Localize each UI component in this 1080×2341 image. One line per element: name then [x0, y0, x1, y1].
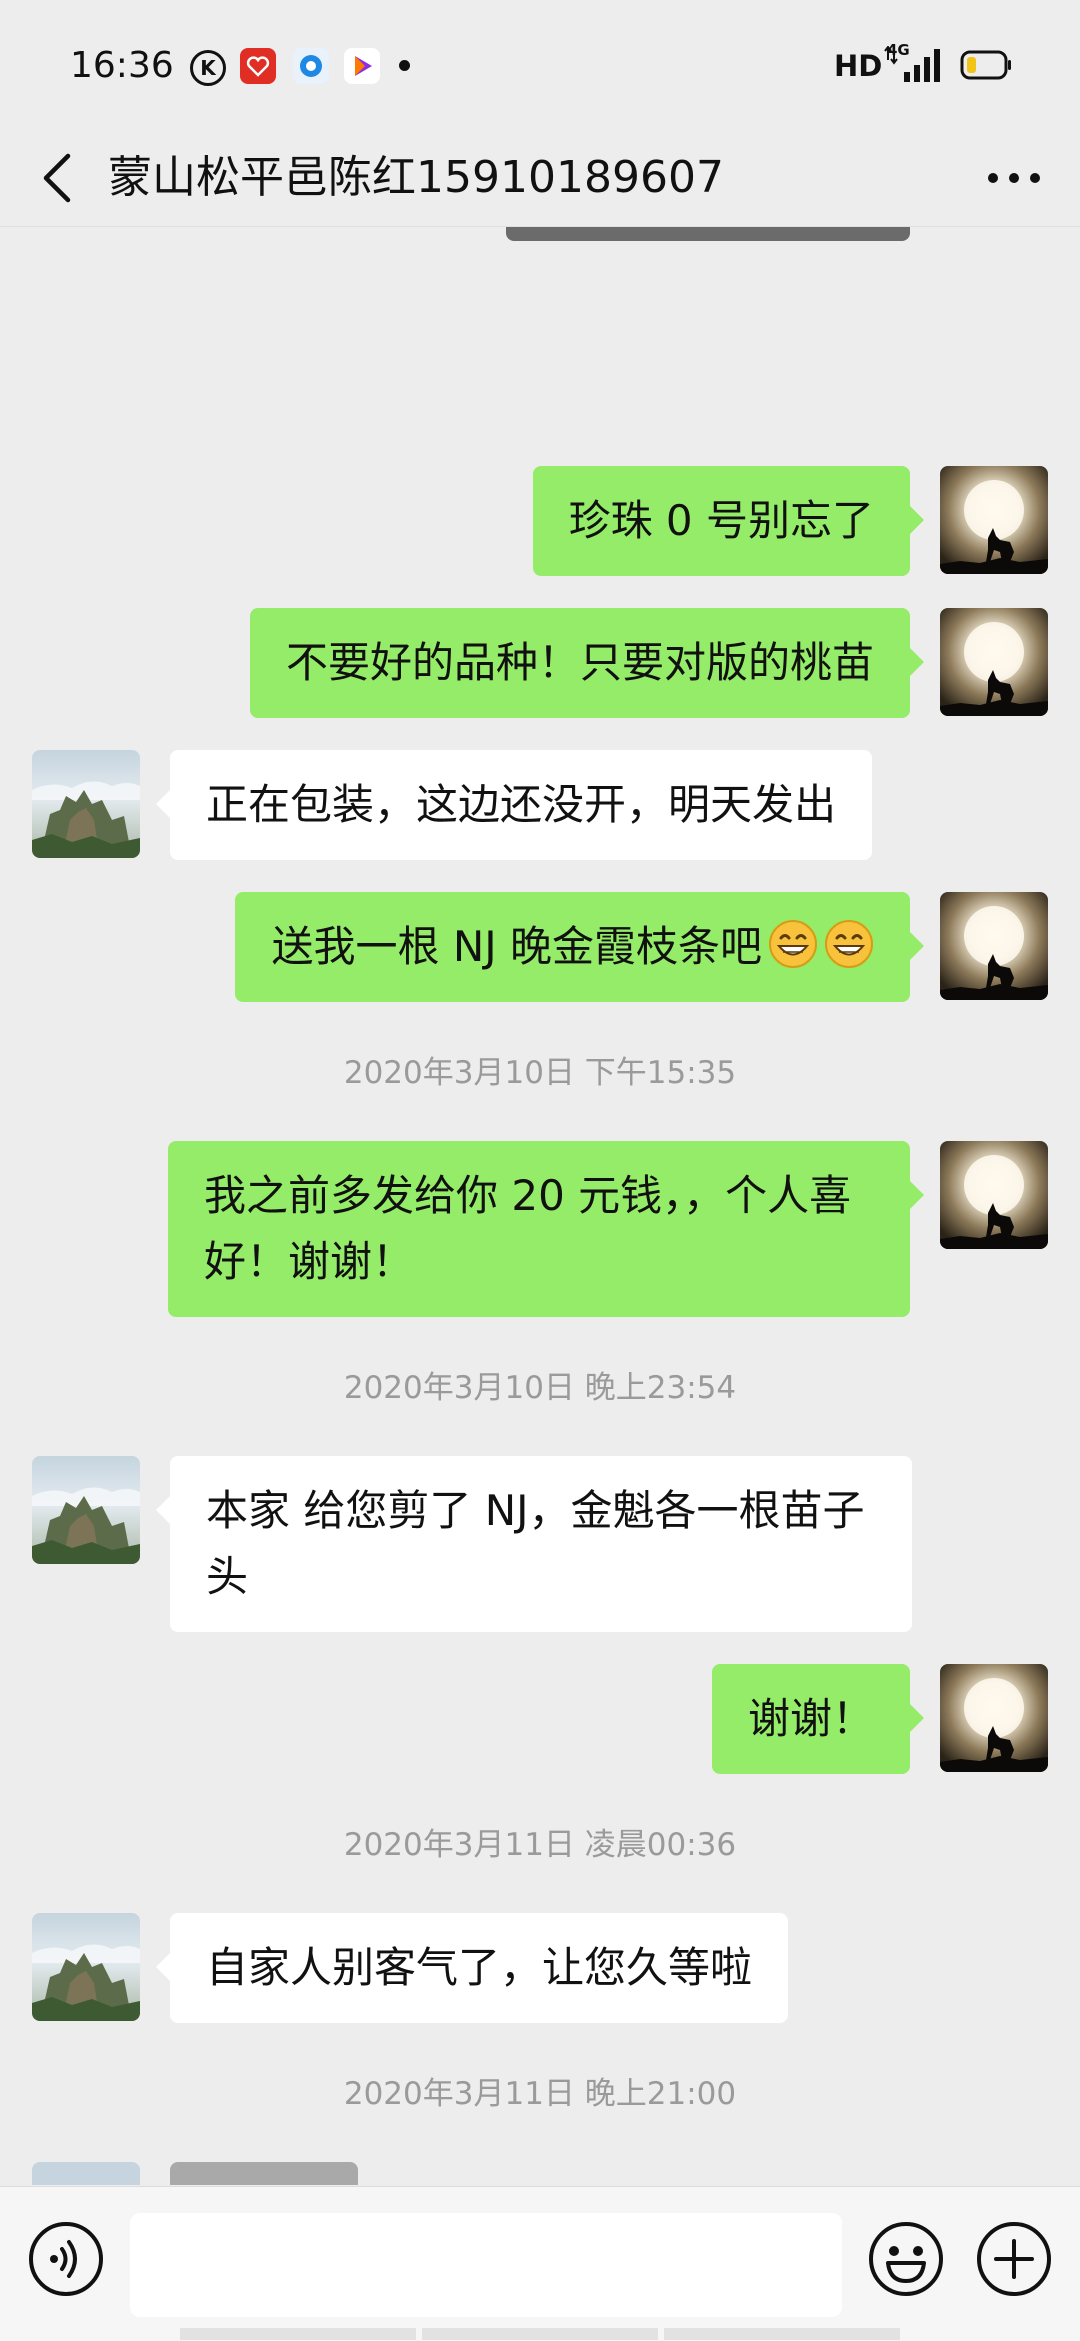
wolf-moon-avatar-image [940, 608, 1048, 716]
emoji-smile-icon [869, 2222, 943, 2296]
keyboard-edge [180, 2328, 416, 2340]
message-bubble-partial[interactable] [170, 2162, 358, 2185]
message-bubble-self[interactable]: 谢谢！ [711, 1664, 925, 1774]
more-dots-icon [988, 173, 1040, 183]
mountain-avatar-image [32, 2162, 140, 2185]
voice-input-button[interactable] [26, 2219, 106, 2299]
message-bubble-peer[interactable]: 自家人别客气了，让您久等啦 [155, 1913, 789, 2023]
previous-message-edge [506, 227, 910, 241]
message-bubble-self[interactable]: 送我一根 NJ 晚金霞枝条吧 [235, 892, 924, 1002]
grin-emoji-icon [769, 920, 817, 968]
chat-header: 蒙山松平邑陈红15910189607 [0, 130, 1080, 227]
hd-indicator: HD [834, 49, 883, 83]
wolf-moon-avatar-image [940, 1141, 1048, 1249]
self-avatar[interactable] [940, 1141, 1048, 1249]
message-input-bar [0, 2186, 1080, 2341]
k-app-icon: K [190, 50, 226, 86]
mountain-avatar-image [32, 1456, 140, 1564]
signal-icon [884, 46, 940, 82]
chat-message-list[interactable]: 珍珠 0 号别忘了 不要好的品种！只要对版的桃苗 正在包装，这边还没开，明天发出… [0, 227, 1080, 2185]
message-text: 送我一根 NJ 晚金霞枝条吧 [271, 922, 762, 971]
more-options-button[interactable] [974, 138, 1054, 218]
chat-title: 蒙山松平邑陈红15910189607 [108, 152, 724, 203]
grin-emoji-icon [825, 920, 873, 968]
message-text-input[interactable] [130, 2213, 842, 2317]
self-avatar[interactable] [940, 608, 1048, 716]
self-avatar[interactable] [940, 466, 1048, 574]
status-bar: 16:36 K HD 4G [0, 0, 1080, 130]
peer-avatar[interactable] [32, 1456, 140, 1564]
peer-avatar[interactable] [32, 1913, 140, 2021]
wolf-moon-avatar-image [940, 892, 1048, 1000]
message-bubble-peer[interactable]: 本家 给您剪了 NJ，金魁各一根苗子头 [156, 1456, 912, 1632]
message-bubble-self[interactable]: 我之前多发给你 20 元钱，，个人喜好！谢谢！ [168, 1141, 924, 1317]
self-avatar[interactable] [940, 892, 1048, 1000]
back-button[interactable] [22, 138, 94, 218]
mountain-avatar-image [32, 750, 140, 858]
timestamp: 2020年3月10日 下午15:35 [343, 1055, 737, 1091]
keyboard-edge [664, 2328, 900, 2340]
timestamp: 2020年3月11日 晚上21:00 [343, 2076, 737, 2112]
voice-icon [29, 2222, 103, 2296]
message-bubble-peer[interactable]: 正在包装，这边还没开，明天发出 [155, 750, 873, 860]
status-time: 16:36 [70, 45, 174, 86]
chevron-left-icon [43, 153, 71, 203]
keyboard-edge [422, 2328, 658, 2340]
plus-circle-icon [977, 2222, 1051, 2296]
more-functions-button[interactable] [974, 2219, 1054, 2299]
message-bubble-self[interactable]: 珍珠 0 号别忘了 [532, 466, 925, 576]
battery-low-icon [960, 50, 1011, 80]
wolf-moon-avatar-image [940, 466, 1048, 574]
circle-app-icon [293, 48, 329, 84]
mountain-avatar-image [32, 1913, 140, 2021]
timestamp: 2020年3月11日 凌晨00:36 [343, 1827, 737, 1863]
notification-dot [399, 60, 410, 71]
pinduoduo-app-icon [240, 48, 276, 84]
emoji-button[interactable] [866, 2219, 946, 2299]
message-bubble-self[interactable]: 不要好的品种！只要对版的桃苗 [249, 608, 925, 718]
peer-avatar[interactable] [32, 750, 140, 858]
video-app-icon [344, 48, 380, 84]
self-avatar[interactable] [940, 1664, 1048, 1772]
wolf-moon-avatar-image [940, 1664, 1048, 1772]
timestamp: 2020年3月10日 晚上23:54 [343, 1370, 737, 1406]
peer-avatar-partial[interactable] [32, 2162, 140, 2185]
